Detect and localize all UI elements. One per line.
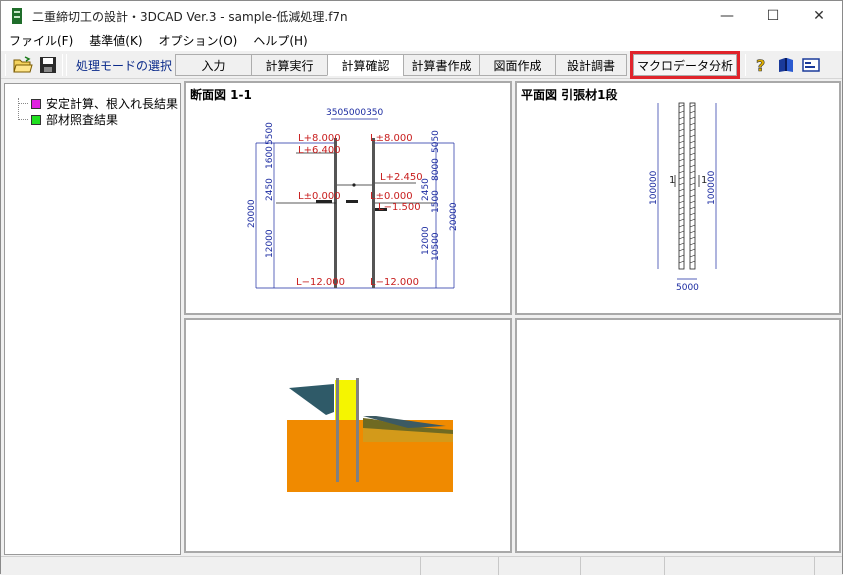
menu-standard-values[interactable]: 基準値(K) — [81, 31, 150, 51]
book-icon[interactable] — [775, 54, 797, 76]
mode-run-calc-button[interactable]: 計算実行 — [251, 54, 329, 76]
title-bar: 二重締切工の設計・3DCAD Ver.3 - sample-低減処理.f7n —… — [1, 1, 842, 31]
level-right: L−1.500 — [378, 202, 421, 213]
tree-item-label: 部材照査結果 — [46, 113, 119, 127]
dim-right: 10500 — [431, 232, 441, 261]
level-right: L±8.000 — [370, 133, 413, 144]
plan-dim-right: 100000 — [707, 170, 717, 205]
dim-left: 2450 — [265, 178, 275, 201]
window-title: 二重締切工の設計・3DCAD Ver.3 - sample-低減処理.f7n — [32, 9, 348, 24]
app-icon — [10, 8, 24, 24]
result-tree: 安定計算、根入れ長結果 部材照査結果 — [4, 83, 181, 555]
menu-options[interactable]: オプション(O) — [151, 31, 246, 51]
section-view-pane[interactable]: 断面図 1-1 3505000350 L+8.000 L+6.400 L±0.0… — [184, 81, 512, 315]
status-cell — [421, 557, 499, 575]
menu-help[interactable]: ヘルプ(H) — [245, 31, 315, 51]
dim-right: 1500 — [431, 190, 441, 213]
mode-check-calc-button[interactable]: 計算確認 — [327, 54, 405, 76]
dim-right: 12000 — [421, 226, 431, 255]
open-folder-icon[interactable] — [12, 54, 34, 76]
3d-view-pane[interactable] — [184, 318, 512, 553]
section-mark-left: 1 — [669, 175, 675, 186]
3d-model-view — [287, 378, 453, 492]
maximize-button[interactable]: ☐ — [750, 1, 796, 31]
level-left: L±0.000 — [298, 191, 341, 202]
level-right: L−12.000 — [370, 277, 419, 288]
level-right: L±0.000 — [370, 191, 413, 202]
toolbar: 処理モードの選択 入力 計算実行 計算確認 計算書作成 図面作成 設計調書 マク… — [1, 51, 842, 79]
dim-right: 5050 — [431, 130, 441, 153]
toolbar-separator — [5, 54, 6, 76]
mode-select-label: 処理モードの選択 — [76, 58, 173, 73]
empty-view-pane[interactable] — [515, 318, 841, 553]
level-left: L+6.400 — [298, 145, 341, 156]
mode-drawing-button[interactable]: 図面作成 — [479, 54, 557, 76]
plan-dim-left: 100000 — [649, 170, 659, 205]
dim-left: 12000 — [265, 229, 275, 258]
toolbar-separator — [66, 54, 67, 76]
tree-item-stability[interactable]: 安定計算、根入れ長結果 — [18, 95, 178, 112]
status-cell — [665, 557, 815, 575]
menu-file[interactable]: ファイル(F) — [1, 31, 81, 51]
mode-report-button[interactable]: 計算書作成 — [403, 54, 481, 76]
top-dimension: 3505000350 — [326, 108, 384, 118]
dim-left: 5500 — [265, 122, 275, 145]
menu-bar: ファイル(F) 基準値(K) オプション(O) ヘルプ(H) — [1, 31, 842, 51]
mode-design-sheet-button[interactable]: 設計調書 — [555, 54, 628, 76]
dim-right: 2450 — [421, 178, 431, 201]
plan-drawing: 1 1 100000 100000 5000 — [649, 102, 717, 293]
toolbar-separator — [745, 54, 747, 76]
plan-view-pane[interactable]: 平面図 引張材1段 1 1 100000 100000 5000 — [515, 81, 841, 315]
level-right: L+2.450 — [380, 172, 423, 183]
dim-right: 20000 — [449, 202, 459, 231]
magenta-swatch-icon — [31, 98, 41, 109]
mode-macro-analysis-button[interactable]: マクロデータ分析 — [630, 51, 741, 79]
close-button[interactable]: ✕ — [796, 1, 842, 31]
level-left: L+8.000 — [298, 133, 341, 144]
mode-input-button[interactable]: 入力 — [175, 54, 253, 76]
dim-left: 20000 — [247, 199, 257, 228]
plan-dim-bottom: 5000 — [676, 283, 699, 293]
save-disk-icon[interactable] — [37, 54, 59, 76]
level-left: L−12.000 — [296, 277, 345, 288]
status-cell — [1, 557, 421, 575]
minimize-button[interactable]: — — [704, 1, 750, 31]
section-drawing: 3505000350 L+8.000 L+6.400 L±0.000 L−12.… — [247, 108, 459, 289]
green-swatch-icon — [31, 114, 41, 125]
toolbar-separator — [62, 54, 63, 76]
status-cell — [581, 557, 665, 575]
app-window: 二重締切工の設計・3DCAD Ver.3 - sample-低減処理.f7n —… — [0, 0, 843, 575]
help-question-icon[interactable]: ? — [750, 54, 772, 76]
window-controls: — ☐ ✕ — [704, 1, 842, 31]
svg-text:?: ? — [756, 56, 765, 74]
dim-right: 8000 — [431, 158, 441, 181]
status-bar — [1, 556, 842, 575]
tree-item-label: 安定計算、根入れ長結果 — [46, 97, 179, 111]
tree-item-member-check[interactable]: 部材照査結果 — [18, 111, 118, 128]
card-icon[interactable] — [800, 54, 822, 76]
status-cell — [499, 557, 581, 575]
dim-left: 1600 — [265, 146, 275, 169]
